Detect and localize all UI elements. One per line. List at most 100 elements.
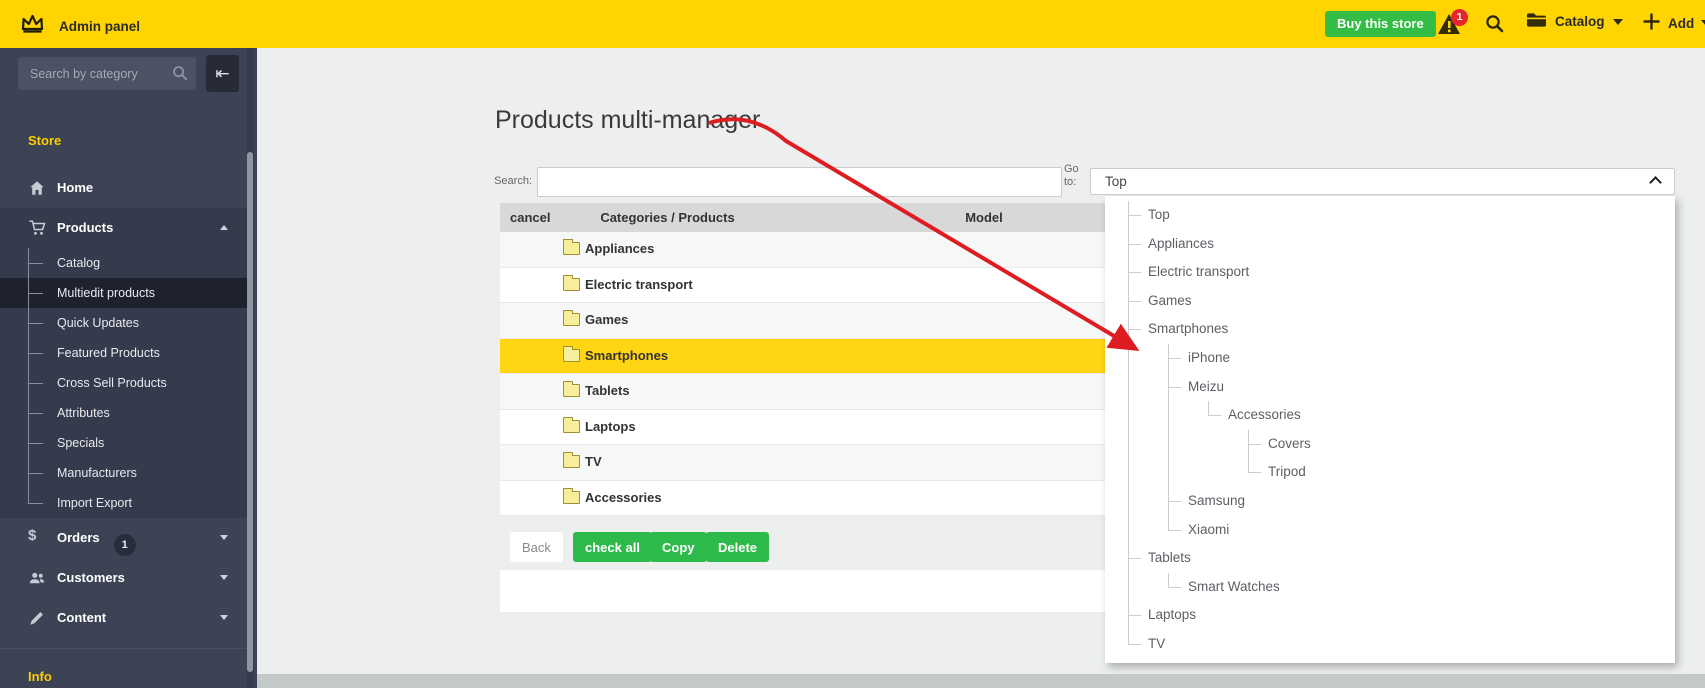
column-header-cancel: cancel [510,210,551,225]
sidebar-section-store: Store [28,133,62,148]
tree-item-accessories[interactable]: Accessories [1228,407,1301,422]
sidebar-item-products[interactable]: Products [0,208,250,248]
tree-item-electric-transport[interactable]: Electric transport [1148,264,1249,279]
sidebar-divider [0,648,250,649]
sidebar-item-label: Home [57,180,94,195]
sidebar-item-cross-sell-products[interactable]: Cross Sell Products [0,368,250,398]
tree-item-samsung[interactable]: Samsung [1188,493,1245,508]
sidebar-item-label: Customers [57,570,125,585]
topbar-catalog-menu[interactable]: Catalog [1526,12,1623,31]
sidebar-item-catalog[interactable]: Catalog [0,248,250,278]
goto-label: Go to: [1064,163,1079,188]
category-cell: TV [563,452,602,469]
tree-node-smart-watches: Smart Watches [1168,572,1675,602]
category-cell: Accessories [563,487,662,505]
goto-select-value: Top [1105,174,1127,189]
tree-item-xiaomi[interactable]: Xiaomi [1188,522,1229,537]
pencil-icon [28,609,46,627]
tree-node-samsung: Samsung [1168,486,1675,516]
chevron-down-icon [220,575,228,580]
sidebar-item-import-export[interactable]: Import Export [0,488,250,518]
check-all-button[interactable]: check all [573,532,652,562]
tree-node-accessories: Accessories Covers Tripod [1208,401,1675,487]
category-cell: Games [563,310,628,327]
tree-item-tv[interactable]: TV [1148,636,1165,651]
back-button[interactable]: Back [510,532,563,562]
category-cell: Electric transport [563,274,693,292]
buy-store-button[interactable]: Buy this store [1325,11,1436,37]
sidebar-item-attributes[interactable]: Attributes [0,398,250,428]
folder-icon [563,239,580,255]
delete-button[interactable]: Delete [706,532,770,562]
folder-icon [563,381,580,397]
folder-icon [563,452,580,468]
tree-item-appliances[interactable]: Appliances [1148,236,1214,251]
folder-icon [563,345,580,362]
sidebar-item-multiedit-products[interactable]: Multiedit products [0,278,250,308]
sidebar-item-customers[interactable]: Customers [0,558,250,598]
search-label: Search: [494,175,532,187]
tree-item-tripod[interactable]: Tripod [1268,464,1306,479]
sidebar-item-label: Products [57,220,114,235]
folder-icon [563,310,580,326]
folder-icon [563,274,580,291]
product-search-input[interactable] [537,167,1062,197]
category-cell: Laptops [563,416,636,434]
chevron-up-icon [220,225,228,230]
tree-node-smartphones: Smartphones iPhone Meizu Accessories Covers T… [1128,315,1675,544]
topbar: Admin panel Buy this store 1 Catalog Add [0,0,1705,48]
admin-page: Admin panel Buy this store 1 Catalog Add… [0,0,1705,688]
tree-item-covers[interactable]: Covers [1268,436,1311,451]
folder-icon [563,416,580,433]
chevron-down-icon [1612,18,1623,25]
tree-node-meizu: Meizu Accessories Covers Tripod [1168,372,1675,488]
tree-node-iphone: iPhone [1168,343,1675,373]
sidebar-scrollbar-thumb[interactable] [247,152,253,672]
tree-item-iphone[interactable]: iPhone [1188,350,1230,365]
category-cell: Tablets [563,381,630,398]
category-cell: Appliances [563,239,654,256]
tree-item-tablets[interactable]: Tablets [1148,550,1191,565]
tree-item-top[interactable]: Top [1148,207,1170,222]
tree-node-top: Top [1128,201,1675,230]
folder-icon [563,487,580,504]
sidebar-item-orders[interactable]: $ Orders 1 [0,518,250,558]
collapse-sidebar-button[interactable]: ⇤ [206,55,239,92]
orders-count-badge: 1 [113,534,136,556]
topbar-add-menu[interactable]: Add [1642,12,1705,34]
page-title: Products multi-manager [495,106,761,134]
copy-button[interactable]: Copy [650,532,707,562]
chevron-down-icon [1701,20,1705,26]
tree-item-laptops[interactable]: Laptops [1148,607,1196,622]
sidebar-item-manufacturers[interactable]: Manufacturers [0,458,250,488]
sidebar-item-quick-updates[interactable]: Quick Updates [0,308,250,338]
category-tree-dropdown: Top Appliances Electric transport Games Smar… [1105,196,1675,663]
warnings-button[interactable]: 1 [1437,9,1471,37]
app-title: Admin panel [59,18,141,34]
plus-icon [1642,12,1661,34]
tree-item-smartphones[interactable]: Smartphones [1148,321,1228,336]
sidebar-item-home[interactable]: Home [0,168,250,208]
sidebar-item-specials[interactable]: Specials [0,428,250,458]
goto-category-select[interactable]: Top [1090,168,1675,195]
sidebar: ⇤ Store Home Products CatalogMultiedit p… [0,48,257,688]
tree-node-appliances: Appliances [1128,229,1675,259]
topbar-search-button[interactable] [1485,14,1504,38]
tree-item-smart-watches[interactable]: Smart Watches [1188,579,1280,594]
home-icon [28,179,46,197]
brand: Admin panel [20,13,140,39]
category-cell: Smartphones [563,345,668,363]
horizontal-scrollbar[interactable] [257,674,1705,688]
sidebar-search-input[interactable] [18,57,196,90]
warning-count-badge: 1 [1451,9,1468,26]
dollar-icon: $ [28,527,37,544]
chevron-up-icon [1649,176,1662,189]
sidebar-item-featured-products[interactable]: Featured Products [0,338,250,368]
sidebar-item-content[interactable]: Content [0,598,250,638]
tree-node-tripod: Tripod [1248,458,1675,487]
tree-node-laptops: Laptops [1128,601,1675,630]
tree-node-games: Games [1128,286,1675,316]
tree-item-meizu[interactable]: Meizu [1188,379,1224,394]
tree-node-xiaomi: Xiaomi [1168,515,1675,545]
tree-item-games[interactable]: Games [1148,293,1192,308]
